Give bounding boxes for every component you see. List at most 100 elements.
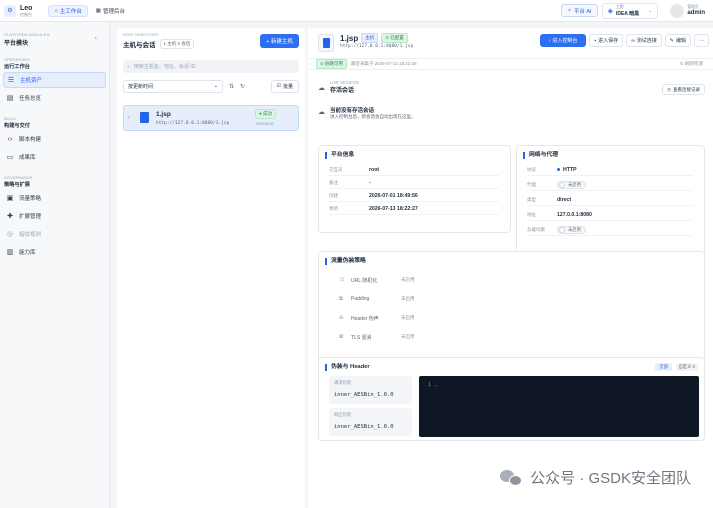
group-title: 策略与扩展 [4,182,30,188]
response-disguise-value: inner_AESBin_1.0.0 [334,424,394,430]
view-records-label: 查看连接记录 [673,86,700,92]
sidebar-item-label: 成果库 [19,155,36,161]
sidebar-item-label: 主机资产 [20,78,43,84]
host-tag: 主机 [361,33,379,43]
shuffle-icon: ⤨ [339,276,344,283]
more-button[interactable]: ··· [694,34,709,47]
network-value: 未启用 [557,225,586,234]
toggle-knob [559,181,565,188]
custom-filter-badge[interactable]: 自定义 0 [675,363,698,371]
avatar [670,3,685,18]
proxy-toggle[interactable]: 未启用 [557,180,586,189]
traffic-policy-card: 流量伪装策略 ⤨ URL 随机化 未启用 ⧉ Padding 未启用 ⊖ Hea… [318,251,705,372]
batch-button[interactable]: ☑ 批量 [270,79,299,93]
tab-admin[interactable]: ▦ 管理后台 [91,5,130,17]
info-row: 交互员 root [329,164,499,176]
configured-tag: ⊙ 已配置 [381,33,408,43]
header-code-editor[interactable]: 1 ⌄ [419,376,699,437]
network-value: direct [557,196,572,203]
sidebar-group-build: BUILD 构建与交付 [0,116,109,129]
refresh-label: 刷新检测 [685,61,703,66]
fingerprint-icon: ◎ [6,231,14,238]
sidebar-item-traffic-policy[interactable]: ▣ 流量策略 [3,190,106,206]
tab-main-workbench[interactable]: ⌂ 主工作台 [48,4,88,17]
host-list-kicker: HOST DIRECTORY [123,32,159,37]
host-list-title-text: 主机与会话 [123,42,156,49]
tab-label: 管理后台 [103,8,126,15]
request-disguise-value: inner_AESBin_1.0.0 [334,392,394,398]
cloud-icon: ☁ [318,85,325,92]
sidebar-item-artifacts[interactable]: ▭ 成果库 [3,149,106,165]
header-icon: ⊖ [339,315,344,321]
list-icon: ▤ [6,95,14,102]
test-connection-button[interactable]: ∞ 测试连接 [626,34,662,47]
info-key: 交互员 [329,166,343,172]
new-host-button[interactable]: + 新建主机 [260,34,299,48]
collapse-chevron-icon[interactable]: ‹ [95,35,97,42]
batch-label: 批量 [282,83,293,90]
host-detail-pane: 1.jsp 主机 ⊙ 已配置 http://127.0.0.1:8080/1.j… [308,28,713,508]
sparkle-icon: ✧ [567,7,572,14]
card-title: 伪装与 Header [325,364,370,371]
history-icon: ◷ [667,86,671,92]
sidebar-header: PLATFORM MODULES 平台模块 ‹ [0,22,109,47]
traffic-key: URL 随机化 [351,277,378,284]
folder-icon: ▭ [6,154,14,161]
request-disguise-box: 请求伪装 inner_AESBin_1.0.0 [329,376,412,404]
network-key: 类型 [527,196,536,202]
editor-line-number: 1 ⌄ [428,382,438,388]
info-row: 创建 2026-07-01 18:49:56 [329,190,499,202]
session-count: 0 会话 [177,41,191,46]
sidebar-item-host-assets[interactable]: ☰ 主机资产 [3,72,106,88]
status-dot [557,168,560,171]
network-value: 127.0.0.1:8080 [557,211,592,218]
sort-row: 按更新时间 ⌄ ⇅ ↻ ☑ 批量 [123,79,299,93]
top-bar: ⚙ Leo 控制台 ⌂ 主工作台 ▦ 管理后台 ✧ 平台 AI ◈ 主题 IDE… [0,0,713,22]
view-records-button[interactable]: ◷ 查看连接记录 [662,84,705,95]
user-menu[interactable]: 管理员 admin [670,3,705,18]
info-key: 备注 [329,179,338,185]
platform-ai-button[interactable]: ✧ 平台 AI [561,4,598,17]
info-key: 更新 [329,205,338,211]
save-button[interactable]: ▪ 进入保存 [589,34,624,47]
sidebar-item-extensions[interactable]: ✚ 扩展管理 [3,208,106,224]
traffic-value: 未启用 [401,277,415,282]
load-balance-toggle[interactable]: 未启用 [557,225,586,234]
sidebar-item-script-build[interactable]: ‹› 脚本构建 [3,131,106,147]
group-kicker: GOVERNANCE [4,175,33,180]
file-icon [140,112,149,123]
state-bar: ⊙ 链路可用 最近采集于 2026-07-13 18:22:26 ↻ 刷新检测 [308,58,713,70]
refresh-button[interactable]: ↻ 刷新检测 [680,61,703,67]
sidebar-item-label: 扩展管理 [19,214,42,220]
theme-select[interactable]: ◈ 主题 IDEA 暗黑 ⌄ [601,2,659,19]
sidebar-item-capability-library[interactable]: ▥ 能力库 [3,244,106,260]
traffic-key: Header 伪声 [351,315,379,322]
enter-console-label: 进入控制台 [552,38,578,44]
status-badge: ● 成功 [255,109,276,119]
expand-arrow-icon[interactable]: › [128,115,130,121]
sort-direction-icon[interactable]: ⇅ [229,83,234,90]
sidebar-item-task-overview[interactable]: ▤ 任务总览 [3,90,106,106]
refresh-icon[interactable]: ↻ [240,83,245,90]
sidebar-item-fingerprint[interactable]: ◎ 指纹规则 [3,226,106,242]
sort-select[interactable]: 按更新时间 ⌄ [123,79,223,93]
enter-console-button[interactable]: › 进入控制台 [539,34,587,47]
host-search-input[interactable]: ⌕ 搜索主机名、地址、会话 ID [123,60,299,73]
sidebar-kicker: PLATFORM MODULES [4,32,50,37]
save-label: 进入保存 [598,38,619,44]
response-disguise-box: 响应伪装 inner_AESBin_1.0.0 [329,408,412,436]
all-filter-badge[interactable]: 全部 [655,363,672,371]
request-disguise-label: 请求伪装 [334,380,352,385]
header-card: 伪装与 Header 全部 自定义 0 请求伪装 inner_AESBin_1.… [318,357,705,441]
app-brand: Leo 控制台 [20,5,32,17]
traffic-value: 未启用 [401,334,415,339]
edit-button[interactable]: ✎ 编辑 [664,34,691,47]
network-key: 代理 [527,181,536,187]
grid-icon: ▦ [95,7,101,14]
top-tabs: ⌂ 主工作台 ▦ 管理后台 [48,4,130,17]
file-icon [318,34,334,52]
edit-label: 编辑 [675,38,686,44]
host-list-pane: HOST DIRECTORY 主机与会话 1 主机 0 会话 + 新建主机 ⌕ … [117,28,305,508]
test-label: 测试连接 [636,38,657,44]
list-item[interactable]: › 1.jsp http://127.0.0.1:8080/1.jsp ● 成功… [123,105,299,131]
